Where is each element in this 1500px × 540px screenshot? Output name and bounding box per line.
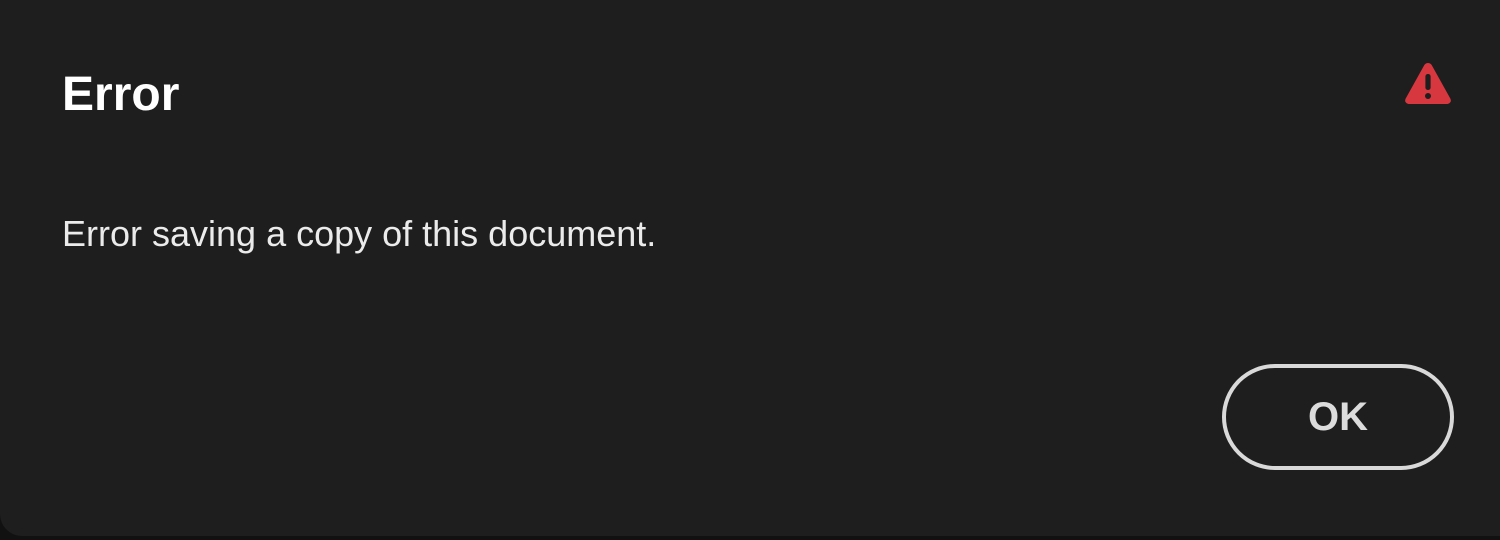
- error-dialog: Error Error saving a copy of this docume…: [0, 0, 1500, 536]
- dialog-title: Error: [62, 68, 180, 121]
- ok-button[interactable]: OK: [1222, 364, 1454, 470]
- dialog-message: Error saving a copy of this document.: [62, 213, 657, 254]
- alert-triangle-icon: [1405, 63, 1451, 104]
- alert-exclamation-dot: [1425, 93, 1431, 99]
- alert-exclamation-bar: [1425, 74, 1431, 90]
